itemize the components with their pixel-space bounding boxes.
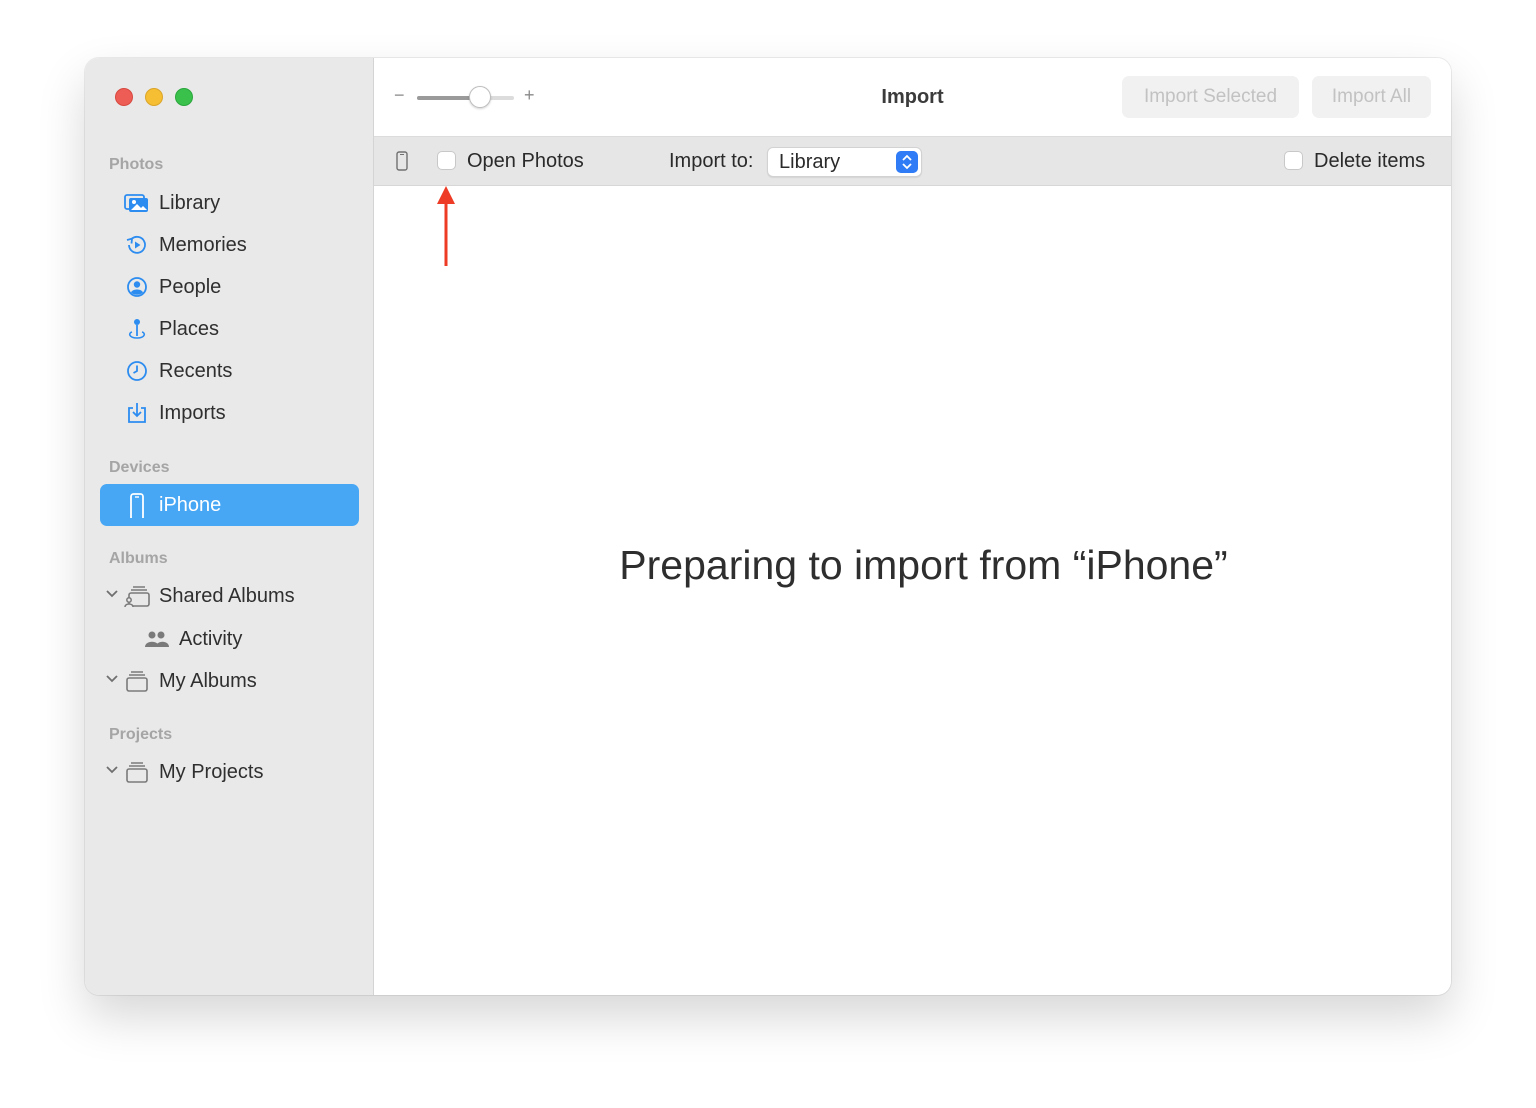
section-header-devices: Devices	[109, 459, 170, 476]
iphone-icon	[130, 493, 144, 518]
sidebar-item-recents[interactable]: Recents	[100, 350, 359, 392]
shared-albums-icon	[124, 586, 150, 607]
clock-icon	[127, 361, 147, 381]
import-to-select[interactable]: Library	[767, 147, 922, 177]
import-content-area: Preparing to import from “iPhone”	[374, 186, 1451, 995]
import-selected-button[interactable]: Import Selected	[1122, 76, 1299, 118]
minimize-window-button[interactable]	[145, 88, 163, 106]
sidebar-item-label: My Albums	[159, 669, 257, 692]
sidebar-item-places[interactable]: Places	[100, 308, 359, 350]
import-options-bar: Open Photos Import to: Library Delete it…	[374, 137, 1451, 186]
sidebar-item-label: iPhone	[159, 493, 222, 516]
section-header-projects: Projects	[109, 726, 173, 743]
delete-items-label[interactable]: Delete items	[1314, 150, 1425, 173]
sidebar-item-label: Activity	[179, 627, 243, 650]
project-stack-icon	[126, 762, 148, 783]
toolbar: − + Import Import Selected Import All	[374, 58, 1451, 137]
sidebar-item-label: Memories	[159, 233, 247, 256]
photos-window: Photos Library Memories People Places Re…	[85, 58, 1451, 995]
sidebar-item-people[interactable]: People	[100, 266, 359, 308]
sidebar-item-iphone[interactable]: iPhone	[100, 484, 359, 526]
close-window-button[interactable]	[115, 88, 133, 106]
chevron-down-icon[interactable]	[105, 763, 119, 777]
section-header-photos: Photos	[109, 156, 164, 173]
import-icon	[128, 403, 146, 423]
device-icon	[396, 151, 408, 171]
sidebar-item-activity[interactable]: Activity	[100, 618, 359, 660]
sidebar-item-label: My Projects	[159, 760, 264, 783]
import-to-label: Import to:	[669, 150, 754, 172]
up-down-chevron-icon	[896, 151, 918, 173]
open-photos-label[interactable]: Open Photos	[467, 150, 584, 173]
sidebar-item-label: Library	[159, 191, 221, 214]
album-stack-icon	[126, 671, 148, 692]
chevron-down-icon[interactable]	[105, 672, 119, 686]
open-photos-checkbox[interactable]	[437, 151, 456, 170]
import-to-value: Library	[779, 151, 841, 173]
library-icon	[124, 194, 148, 212]
section-header-albums: Albums	[109, 550, 168, 567]
sidebar: Photos Library Memories People Places Re…	[85, 58, 374, 995]
sidebar-item-memories[interactable]: Memories	[100, 224, 359, 266]
sidebar-item-label: Imports	[159, 401, 226, 424]
memories-icon	[126, 235, 146, 254]
sidebar-item-shared-albums[interactable]: Shared Albums	[100, 575, 359, 617]
places-icon	[128, 319, 146, 339]
people-icon	[127, 277, 147, 297]
annotation-arrow-icon	[437, 186, 455, 266]
import-all-button[interactable]: Import All	[1312, 76, 1431, 118]
sidebar-item-label: Recents	[159, 359, 233, 382]
sidebar-item-imports[interactable]: Imports	[100, 392, 359, 434]
zoom-window-button[interactable]	[175, 88, 193, 106]
chevron-down-icon[interactable]	[105, 587, 119, 601]
import-status-message: Preparing to import from “iPhone”	[619, 542, 1228, 588]
sidebar-item-my-projects[interactable]: My Projects	[100, 751, 359, 793]
sidebar-item-label: Shared Albums	[159, 584, 295, 607]
sidebar-item-label: Places	[159, 317, 220, 340]
sidebar-item-my-albums[interactable]: My Albums	[100, 660, 359, 702]
delete-items-checkbox[interactable]	[1284, 151, 1303, 170]
activity-icon	[145, 631, 169, 647]
sidebar-item-label: People	[159, 275, 222, 298]
sidebar-item-library[interactable]: Library	[100, 182, 359, 224]
